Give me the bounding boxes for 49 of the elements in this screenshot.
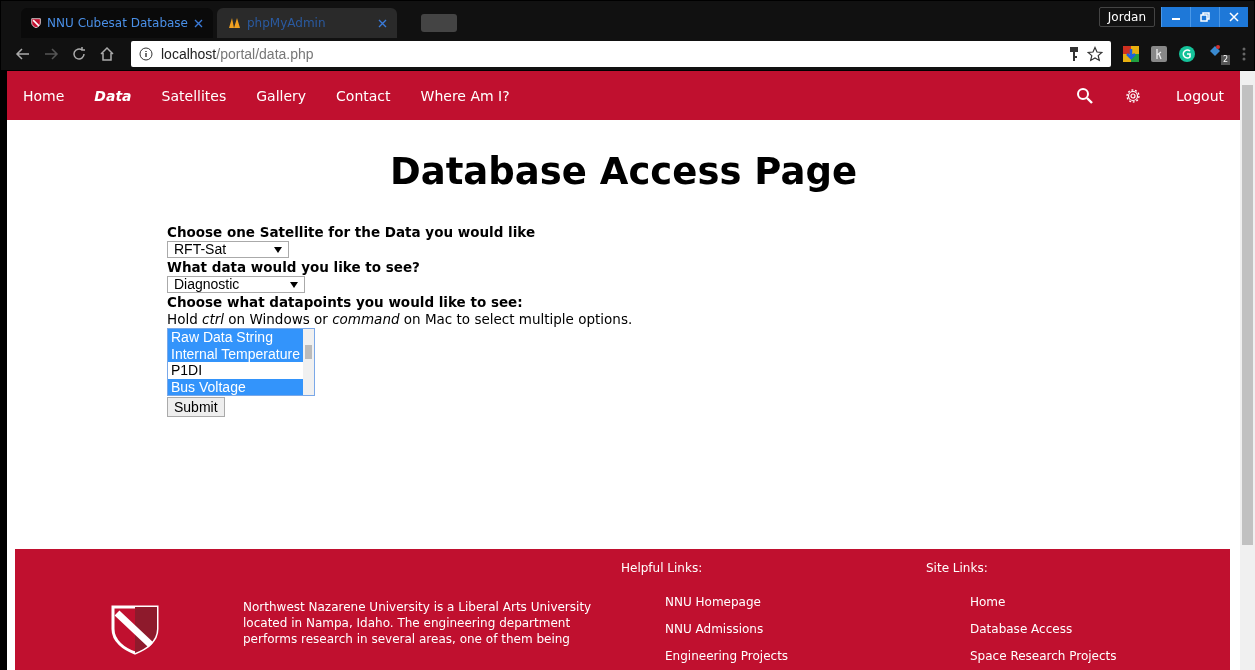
nav-link[interactable]: Contact (336, 87, 391, 104)
field-label: Choose one Satellite for the Data you would like (167, 223, 536, 241)
footer-link[interactable]: Home (970, 589, 1230, 616)
back-arrow-icon[interactable] (15, 46, 31, 62)
download-extension-icon[interactable] (1123, 46, 1139, 62)
field-label: Choose what datapoints you would like to see: (167, 293, 523, 311)
caret-icon (274, 246, 282, 253)
footer-link[interactable]: Space Research Projects (970, 643, 1230, 670)
menu-icon[interactable] (1242, 46, 1246, 62)
footer-link[interactable]: Engineering Projects (665, 643, 926, 670)
caret-icon (290, 281, 298, 288)
footer-link[interactable]: NNU Admissions (665, 616, 926, 643)
settings-icon[interactable] (1124, 86, 1143, 105)
grammar-extension-icon[interactable] (1179, 46, 1195, 62)
logout-link[interactable]: Logout (1176, 87, 1224, 104)
list-option[interactable]: P1DI (168, 362, 303, 379)
shield-icon (31, 16, 42, 30)
nav-link[interactable]: Home (23, 87, 65, 104)
footer-heading: Helpful Links: (621, 561, 704, 575)
info-icon (139, 47, 153, 61)
nav-link[interactable]: Satellites (161, 87, 227, 104)
close-icon[interactable] (194, 18, 203, 28)
reload-icon[interactable] (71, 46, 87, 62)
satellite-dropdown[interactable]: RFT-Sat (167, 241, 289, 258)
footer-link[interactable]: Database Access (970, 616, 1230, 643)
address-bar[interactable]: localhost/portal/data.php (131, 41, 1111, 67)
about-text: Northwest Nazarene University is a Liberal Arts University located in Nampa, Idaho. The engineering department performs research in several areas, one of them being (243, 599, 593, 647)
letter-extension-icon[interactable] (1151, 46, 1167, 62)
home-icon[interactable] (99, 46, 115, 62)
footer-link[interactable]: NNU Homepage (665, 589, 926, 616)
field-label: What data would you like to see? (167, 258, 420, 276)
nav-link[interactable]: Where Am I? (420, 87, 510, 104)
forward-arrow-icon[interactable] (43, 46, 59, 62)
star-icon[interactable] (1087, 46, 1103, 62)
page-title: Database Access Page (389, 150, 858, 193)
hint-text: Hold ctrl on Windows or command on Mac to select multiple options. (167, 311, 633, 328)
footer-heading: Site Links: (926, 561, 989, 575)
browser-tab[interactable]: NNU Cubesat Database (21, 8, 213, 38)
shield-logo (111, 605, 159, 655)
data-type-dropdown[interactable]: Diagnostic (167, 276, 305, 293)
submit-button[interactable]: Submit (167, 397, 225, 417)
nav-link[interactable]: Gallery (256, 87, 307, 104)
key-icon[interactable] (1069, 46, 1079, 62)
page-scrollbar[interactable] (1240, 71, 1255, 670)
profile-name[interactable]: Jordan (1098, 7, 1155, 27)
nav-link[interactable]: Data (94, 87, 132, 104)
search-icon[interactable] (1076, 86, 1095, 105)
close-icon[interactable] (378, 18, 387, 28)
count-badge: 2 (1220, 55, 1230, 65)
